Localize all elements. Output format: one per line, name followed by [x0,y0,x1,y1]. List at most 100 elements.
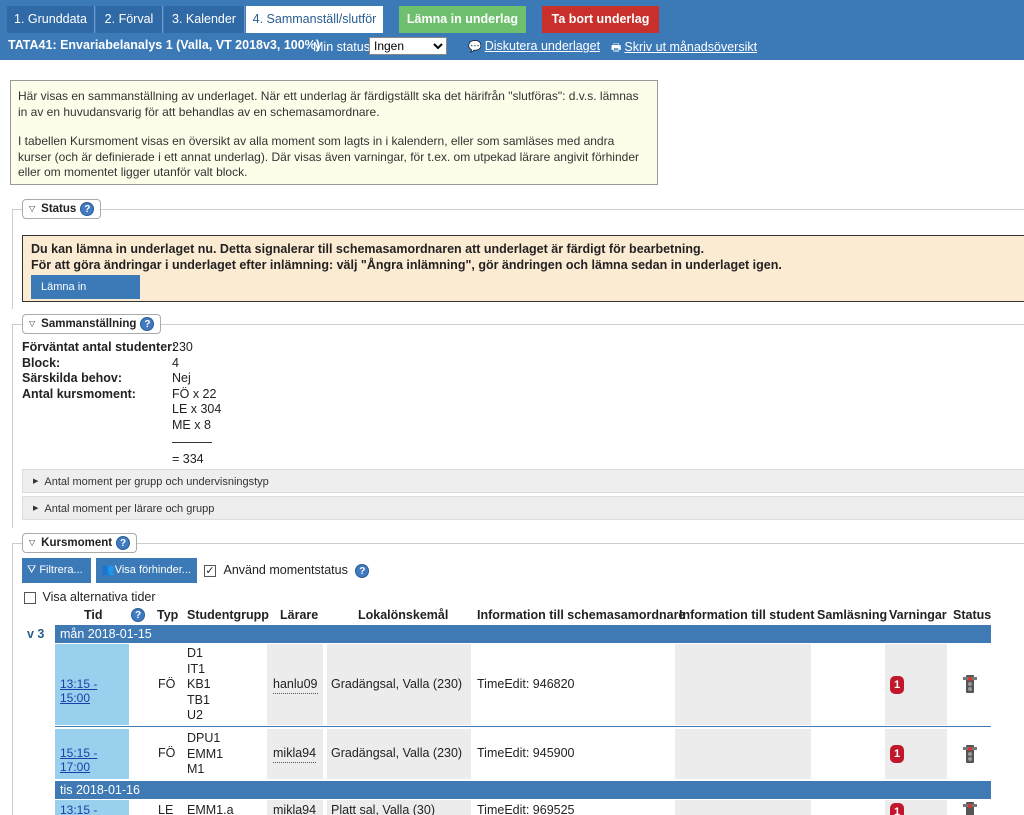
needs-label: Särskilda behov: [22,371,123,385]
tab-sammanstall[interactable]: 4. Sammanställ/slutför [246,6,383,33]
time-link[interactable]: 13:15 - 15:00 [60,677,129,705]
min-status-select[interactable]: Ingen [369,37,447,55]
col-header-status[interactable]: Status [953,608,991,622]
status-section-left-border [12,209,13,309]
col-header-lokal[interactable]: Lokalönskemål [358,608,448,622]
group-item: KB1 [187,677,211,691]
status-section-border [12,209,1024,210]
course-title: TATA41: Envariabelanalys 1 (Valla, VT 20… [8,38,320,52]
group-item: U2 [187,708,203,722]
help-icon[interactable]: ? [131,608,145,622]
printer-icon: 🖶 [611,42,622,54]
day-row: mån 2018-01-15 [55,625,991,643]
status-section-header[interactable]: ▽ Status? [22,199,102,219]
teacher-link[interactable]: mikla94 [273,803,316,815]
status-message-box: Du kan lämna in underlaget nu. Detta sig… [22,235,1024,317]
time-cell[interactable]: 13:15 - 15:00 [55,644,129,725]
col-header-varningar[interactable]: Varningar [889,608,947,622]
status-line-1: Du kan lämna in underlaget nu. Detta sig… [31,242,705,256]
summary-title: Sammanställning [41,318,137,331]
time-link[interactable]: 15:15 - 17:00 [60,746,129,774]
alt-times-option[interactable]: Visa alternativa tider [24,590,156,604]
tab-kalender[interactable]: 3. Kalender [164,6,245,33]
course-subbar: TATA41: Envariabelanalys 1 (Valla, VT 20… [0,36,1024,58]
show-obstacles-button[interactable]: 👥Visa förhinder... [96,558,197,583]
funnel-icon: ⛛ [27,564,37,576]
filter-button[interactable]: ⛛ Filtrera... [22,558,91,583]
help-icon[interactable]: ? [355,563,370,578]
warning-badge[interactable]: 1 [890,803,904,815]
discuss-link[interactable]: 💬 Diskutera underlaget [468,39,600,53]
partial-row: LE EMM1.a mikla94 Platt sal, Valla (30) … [0,800,1024,815]
kursmoment-section-header[interactable]: ▽ Kursmoment? [22,533,138,553]
block-value: 4 [172,356,179,370]
delete-underlag-button[interactable]: Ta bort underlag [542,6,659,33]
group-cell: D1 IT1 KB1 TB1 U2 [187,646,211,724]
traffic-light-icon[interactable] [962,675,978,693]
summary-section-border [12,324,1024,325]
submit-underlag-button[interactable]: Lämna in underlag [31,275,140,317]
help-icon[interactable]: ? [116,536,131,550]
moments-label: Antal kursmoment: [22,387,136,401]
collapse-moments-per-teacher[interactable]: ▶ Antal moment per lärare och grupp [22,496,1024,520]
info-cell: TimeEdit: 945900 [477,746,575,760]
moments-me: ME x 8 [172,418,211,432]
student-info-cell-bg [675,644,811,725]
alt-times-label: Visa alternativa tider [42,590,156,604]
traffic-light-icon[interactable] [962,745,978,763]
col-header-info-samordnare[interactable]: Information till schemasamordnare [477,608,685,622]
info-box: Här visas en sammanställning av underlag… [10,80,658,185]
room-cell: Gradängsal, Valla (230) [331,677,463,691]
min-status-label: Min status [313,40,370,54]
kursmoment-section-left-border [12,543,13,815]
group-item: EMM1.a [187,803,234,815]
group-item: M1 [187,762,205,776]
info-cell: TimeEdit: 946820 [477,677,575,691]
summary-section-header[interactable]: ▽ Sammanställning? [22,314,162,334]
day-row: tis 2018-01-16 [55,781,991,799]
group-item: DPU1 [187,731,221,745]
students-value: 230 [172,340,193,354]
type-cell: FÖ [158,677,176,691]
warning-badge[interactable]: 1 [890,676,904,694]
col-header-studentgrupp[interactable]: Studentgrupp [187,608,269,622]
group-item: TB1 [187,692,210,707]
collapse-triangle-icon: ▽ [29,204,36,213]
status-title: Status [41,203,77,216]
room-cell: Platt sal, Valla (30) [331,803,435,815]
type-cell: FÖ [158,746,176,760]
tab-forval[interactable]: 2. Förval [96,6,163,33]
needs-value: Nej [172,371,191,385]
student-info-cell-bg [675,729,811,779]
week-label: v 3 [27,627,45,641]
show-obstacles-label: Visa förhinder... [114,564,191,576]
col-header-tid[interactable]: Tid [84,608,103,622]
status-line-2: För att göra ändringar i underlaget efte… [31,257,782,272]
chat-icon: 💬 [468,41,482,53]
type-cell: LE [158,803,174,815]
help-icon[interactable]: ? [140,317,155,331]
use-status-checkbox[interactable]: ✓ [204,564,216,577]
tab-grunddata[interactable]: 1. Grunddata [7,6,95,33]
warning-badge[interactable]: 1 [890,745,904,763]
time-cell[interactable]: 15:15 - 17:00 [55,729,129,779]
expand-triangle-icon: ▶ [33,505,39,513]
teacher-link[interactable]: mikla94 [273,746,317,763]
use-status-option[interactable]: ✓ Använd momentstatus ? [204,563,370,578]
col-header-info-student[interactable]: Information till student [679,608,814,622]
print-link[interactable]: 🖶 Skriv ut månadsöversikt [611,39,757,58]
teacher-link[interactable]: hanlu09 [273,677,318,694]
col-header-typ[interactable]: Typ [157,608,178,622]
student-info-cell-bg [675,800,811,815]
students-label: Förväntat antal studenter: [22,340,177,354]
collapse-moments-per-teacher-label: Antal moment per lärare och grupp [44,503,215,515]
help-icon[interactable]: ? [80,202,95,216]
alt-times-checkbox[interactable] [24,591,36,604]
submit-underlag-tab-button[interactable]: Lämna in underlag [399,6,526,33]
kursmoment-title: Kursmoment [41,537,113,550]
col-header-samlasning[interactable]: Samläsning [817,608,887,622]
traffic-light-icon[interactable] [962,802,978,815]
room-cell: Gradängsal, Valla (230) [331,746,463,760]
collapse-moments-per-group[interactable]: ▶ Antal moment per grupp och undervisning… [22,469,1024,493]
col-header-larare[interactable]: Lärare [280,608,318,622]
